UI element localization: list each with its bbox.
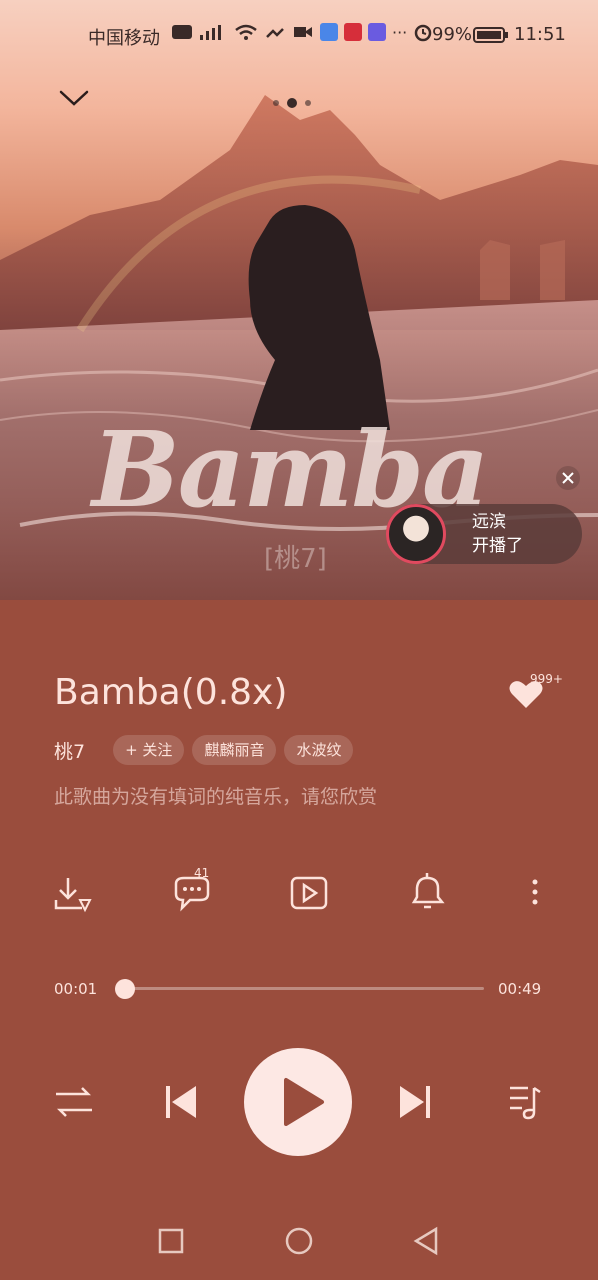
progress-thumb[interactable]: [115, 979, 136, 999]
live-text: 远滨 开播了: [472, 510, 523, 558]
app-notification-icon: [344, 23, 362, 41]
lyrics-note: 此歌曲为没有填词的纯音乐，请您欣赏: [54, 786, 378, 808]
chevron-down-icon: [59, 90, 89, 106]
download-icon: [54, 878, 92, 913]
square-icon: [158, 1228, 184, 1254]
close-icon: [562, 472, 574, 484]
home-button[interactable]: [280, 1222, 320, 1262]
progress-track[interactable]: [115, 979, 484, 999]
bell-icon: [411, 873, 445, 909]
call-icon: [266, 28, 284, 38]
music-app-icon: [320, 23, 338, 41]
recents-button[interactable]: [152, 1222, 192, 1262]
next-button[interactable]: [396, 1082, 436, 1126]
song-meta: 桃7 + 关注 麒麟丽音 水波纹: [54, 734, 354, 766]
more-notifications-icon: ···: [392, 22, 408, 42]
system-icons: ···: [172, 22, 433, 42]
live-status: 开播了: [472, 536, 523, 556]
video-icon: [290, 876, 328, 910]
system-navigation-bar: [0, 1222, 598, 1274]
follow-button[interactable]: + 关注: [113, 735, 185, 765]
tag-chip[interactable]: 麒麟丽音: [192, 735, 277, 765]
comment-count: 41: [194, 866, 210, 880]
artist-name[interactable]: 桃7: [54, 737, 85, 764]
total-time: 00:49: [498, 980, 542, 998]
carrier-label: 中国移动: [88, 28, 160, 49]
page-dot[interactable]: [273, 100, 279, 106]
download-button[interactable]: [52, 870, 96, 918]
video-button[interactable]: [288, 870, 332, 918]
page-indicator[interactable]: [273, 98, 311, 108]
back-button[interactable]: [406, 1222, 446, 1262]
video-call-icon: [294, 27, 312, 37]
education-app-icon: [368, 23, 386, 41]
collapse-button[interactable]: [56, 82, 92, 112]
alarm-icon: [415, 24, 432, 42]
battery-percentage: 99%: [432, 24, 473, 45]
tag-chip[interactable]: 水波纹: [284, 735, 354, 765]
previous-button[interactable]: [160, 1082, 200, 1126]
more-icon: [532, 879, 538, 905]
playlist-button[interactable]: [506, 1082, 546, 1126]
play-button[interactable]: [244, 1048, 352, 1156]
triangle-back-icon: [413, 1226, 438, 1256]
page-dot-active[interactable]: [287, 98, 297, 108]
battery-icon: [473, 27, 508, 43]
playback-controls: [0, 1048, 598, 1158]
next-icon: [400, 1086, 430, 1118]
page-dot[interactable]: [305, 100, 311, 106]
avatar[interactable]: [386, 504, 446, 564]
signal-icon: [200, 25, 221, 40]
play-mode-button[interactable]: [52, 1084, 96, 1124]
play-icon: [284, 1078, 324, 1126]
progress-bar[interactable]: 00:01 00:49: [0, 972, 598, 1008]
like-count: 999+: [530, 672, 563, 686]
cover-artist-art: [桃7]: [264, 544, 327, 574]
live-close-button[interactable]: [556, 466, 580, 490]
song-title: Bamba(0.8x): [54, 672, 288, 713]
action-row: [0, 870, 598, 918]
repeat-icon: [56, 1087, 92, 1117]
live-notification[interactable]: 远滨 开播了: [386, 504, 582, 564]
status-bar: 中国移动 ··· 99% 11:51: [0, 18, 598, 52]
hd-icon: [172, 25, 192, 39]
playlist-icon: [510, 1086, 541, 1120]
wifi-icon: [235, 24, 257, 40]
more-button[interactable]: [514, 870, 558, 918]
ringtone-button[interactable]: [406, 870, 450, 918]
live-streamer-name: 远滨: [472, 512, 506, 532]
current-time: 00:01: [54, 980, 98, 998]
circle-icon: [285, 1227, 313, 1255]
clock: 11:51: [514, 24, 566, 45]
previous-icon: [166, 1086, 196, 1118]
